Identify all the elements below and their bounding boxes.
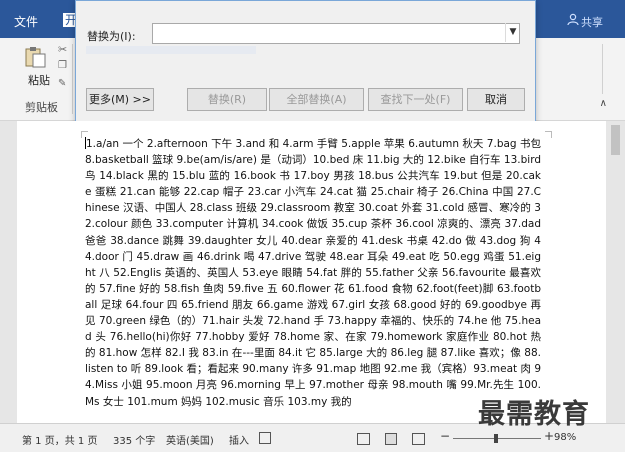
cut-icon[interactable]: ✂ <box>58 43 67 56</box>
web-layout-icon[interactable] <box>412 433 425 445</box>
read-mode-icon[interactable] <box>357 433 370 445</box>
vertical-scrollbar[interactable] <box>606 121 625 423</box>
zoom-slider[interactable] <box>453 434 541 443</box>
copy-icon[interactable]: ❐ <box>58 60 67 71</box>
replace-button[interactable]: 替换(R) <box>187 88 267 111</box>
zoom-in-icon[interactable]: + <box>544 429 554 443</box>
tab-file[interactable]: 文件 <box>14 13 38 30</box>
paste-icon[interactable] <box>22 46 48 68</box>
collapse-ribbon-icon[interactable]: ∧ <box>600 98 607 109</box>
scrollbar-thumb[interactable] <box>611 125 620 155</box>
document-body[interactable]: 1.a/an 一个 2.afternoon 下午 3.and 和 4.arm 手… <box>85 136 541 410</box>
document-page[interactable]: 1.a/an 一个 2.afternoon 下午 3.and 和 4.arm 手… <box>17 121 606 423</box>
margin-corner-right <box>545 131 552 138</box>
person-icon <box>567 13 579 25</box>
zoom-level[interactable]: 98% <box>554 432 576 443</box>
share-button[interactable]: 共享 <box>581 14 603 30</box>
replace-with-label: 替换为(I): <box>87 30 136 43</box>
find-next-button[interactable]: 查找下一处(F) <box>368 88 463 111</box>
find-replace-dialog: 替换为(I): ▼ 更多(M) >> 替换(R) 全部替换(A) 查找下一处(F… <box>75 0 536 127</box>
replace-with-input[interactable] <box>152 23 520 44</box>
options-summary-strip <box>86 46 256 54</box>
watermark-logo: 最需教育 <box>478 399 590 430</box>
language-indicator[interactable]: 英语(美国) <box>166 432 214 447</box>
replace-all-button[interactable]: 全部替换(A) <box>269 88 364 111</box>
format-painter-icon[interactable]: ✎ <box>58 78 66 89</box>
insert-mode-indicator[interactable]: 插入 <box>229 432 249 447</box>
cancel-button[interactable]: 取消 <box>467 88 525 111</box>
page-count[interactable]: 第 1 页，共 1 页 <box>22 432 97 447</box>
print-layout-icon[interactable] <box>385 433 397 445</box>
styles-scroll-edge <box>602 44 611 94</box>
chevron-down-icon[interactable]: ▼ <box>505 23 520 42</box>
ribbon-separator <box>72 44 73 114</box>
paste-button[interactable]: 粘贴 <box>28 72 50 88</box>
zoom-out-icon[interactable]: − <box>440 429 450 443</box>
macro-record-icon[interactable] <box>259 432 271 444</box>
zoom-slider-thumb[interactable] <box>494 434 499 443</box>
more-button[interactable]: 更多(M) >> <box>86 88 154 111</box>
clipboard-group-label: 剪贴板 <box>25 101 58 114</box>
word-count[interactable]: 335 个字 <box>113 432 155 447</box>
document-text: 1.a/an 一个 2.afternoon 下午 3.and 和 4.arm 手… <box>85 138 541 408</box>
